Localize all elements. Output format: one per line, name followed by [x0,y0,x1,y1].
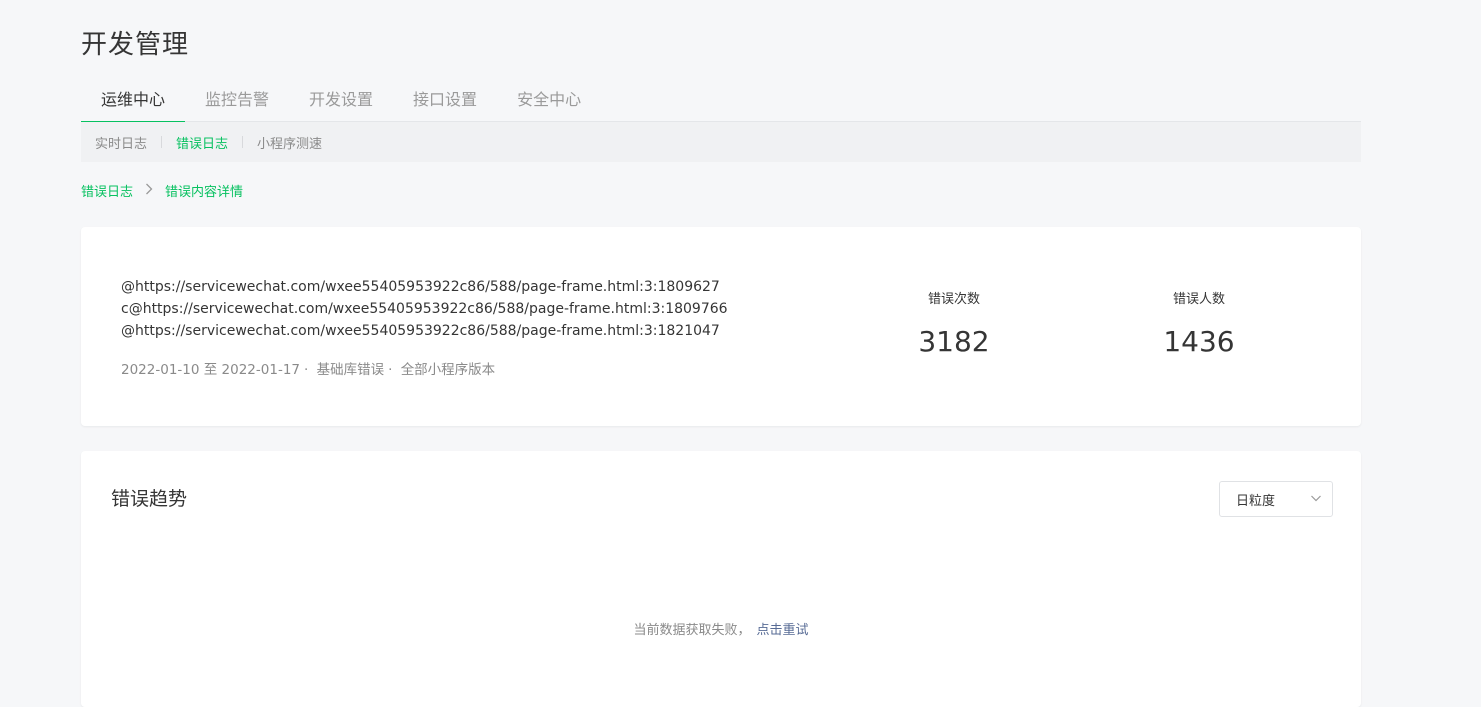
main-tabs: 运维中心 监控告警 开发设置 接口设置 安全中心 [81,80,1361,123]
subtab-divider [242,136,244,148]
error-meta: 2022-01-10 至 2022-01-17 · 基础库错误 · 全部小程序版本 [121,362,496,378]
version-scope: 全部小程序版本 [400,362,496,378]
stack-line: @https://servicewechat.com/wxee554059539… [121,279,720,295]
trend-title: 错误趋势 [111,488,188,510]
error-count-value: 3182 [918,325,990,358]
tab-dev-settings[interactable]: 开发设置 [289,80,393,122]
empty-state: 当前数据获取失败， 点击重试 [81,619,1361,638]
date-range: 2022-01-10 至 2022-01-17 [121,362,300,378]
tab-monitoring-alerts[interactable]: 监控告警 [185,80,289,122]
granularity-value: 日粒度 [1236,493,1276,509]
breadcrumb: 错误日志 错误内容详情 [81,181,243,200]
empty-message: 当前数据获取失败， [633,623,751,638]
error-trend-card: 错误趋势 日粒度 当前数据获取失败， 点击重试 [81,451,1361,707]
tab-api-settings[interactable]: 接口设置 [393,80,497,122]
chevron-down-icon [1310,492,1322,504]
error-summary-card: @https://servicewechat.com/wxee554059539… [81,227,1361,426]
error-count-stat: 错误次数 3182 [874,288,1034,358]
chevron-right-icon [145,183,153,199]
sub-tabs: 实时日志 错误日志 小程序测速 [81,122,1361,162]
user-count-value: 1436 [1163,325,1235,358]
tab-security-center[interactable]: 安全中心 [497,80,601,122]
subtab-divider [161,136,163,148]
error-count-label: 错误次数 [927,292,980,307]
page: 开发管理 运维中心 监控告警 开发设置 接口设置 安全中心 实时日志 错误日志 … [0,0,1481,707]
error-stack: @https://servicewechat.com/wxee554059539… [121,276,728,342]
stack-line: @https://servicewechat.com/wxee554059539… [121,323,720,339]
stack-line: c@https://servicewechat.com/wxee55405953… [121,301,728,317]
page-title: 开发管理 [81,30,190,60]
user-count-label: 错误人数 [1172,292,1225,307]
error-type: 基础库错误 [316,362,385,378]
subtab-realtime-log[interactable]: 实时日志 [95,133,147,152]
breadcrumb-parent-link[interactable]: 错误日志 [81,181,133,200]
tab-ops-center[interactable]: 运维中心 [81,80,186,123]
user-count-stat: 错误人数 1436 [1119,288,1279,358]
breadcrumb-current: 错误内容详情 [165,185,244,200]
retry-link[interactable]: 点击重试 [757,623,809,638]
subtab-speed-test[interactable]: 小程序测速 [257,133,322,152]
subtab-error-log[interactable]: 错误日志 [176,133,228,152]
granularity-select[interactable]: 日粒度 [1219,481,1333,517]
